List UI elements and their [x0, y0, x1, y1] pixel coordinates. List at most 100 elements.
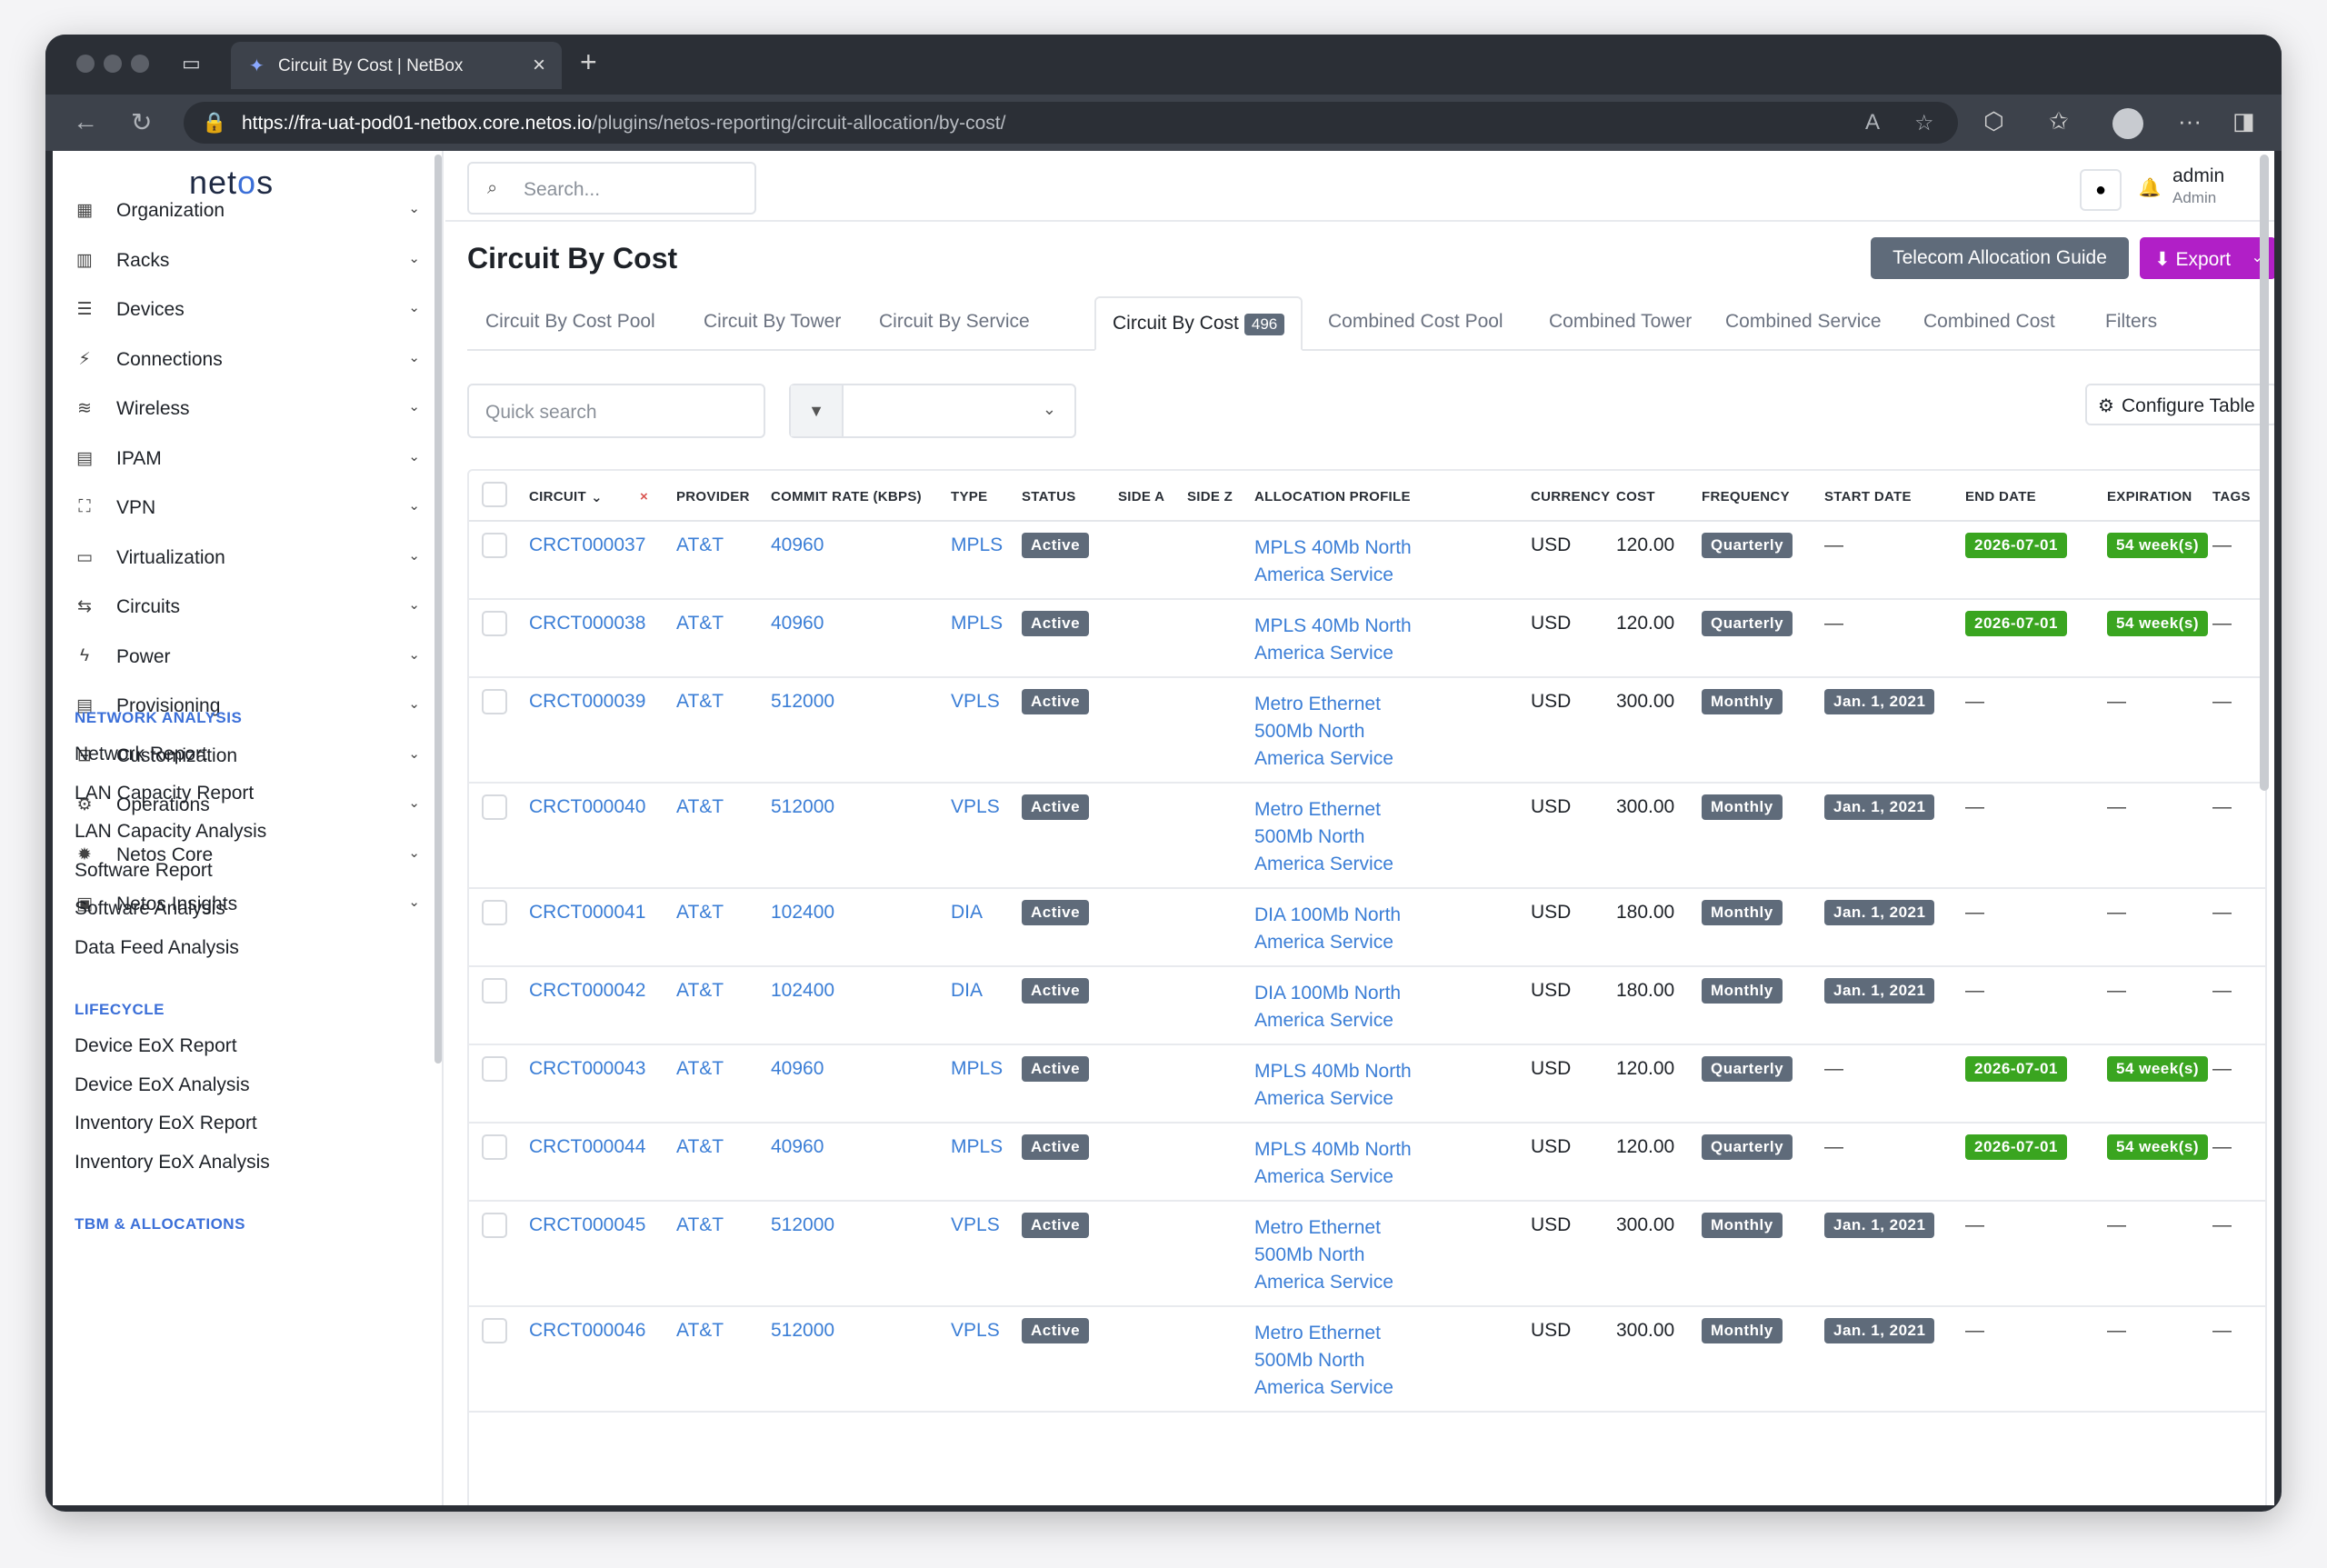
- tab-circuit-by-tower[interactable]: Circuit By Tower: [704, 311, 841, 333]
- table-row[interactable]: CRCT000038 AT&T 40960 MPLS Active MPLS 40Mb N…: [469, 600, 2265, 678]
- window-close-dot[interactable]: [76, 55, 95, 73]
- column-header-expiration[interactable]: EXPIRATION: [2107, 489, 2192, 504]
- sort-chevron-icon[interactable]: ⌄: [591, 489, 603, 505]
- column-header-allocation-profile[interactable]: ALLOCATION PROFILE: [1254, 489, 1411, 504]
- sidebar-link[interactable]: Inventory EoX Analysis: [75, 1152, 270, 1174]
- type-link[interactable]: MPLS: [951, 534, 1003, 556]
- table-row[interactable]: CRCT000044 AT&T 40960 MPLS Active MPLS 40Mb N…: [469, 1124, 2265, 1202]
- circuit-link[interactable]: CRCT000046: [529, 1320, 645, 1342]
- provider-link[interactable]: AT&T: [676, 691, 724, 713]
- provider-link[interactable]: AT&T: [676, 796, 724, 818]
- main-scrollbar[interactable]: [2260, 155, 2269, 791]
- tab-circuit-by-cost-pool[interactable]: Circuit By Cost Pool: [485, 311, 655, 333]
- allocation-profile-link[interactable]: Metro Ethernet 500Mb North America Servi…: [1254, 1214, 1418, 1296]
- user-menu[interactable]: admin Admin: [2172, 165, 2224, 207]
- tab-circuit-by-cost[interactable]: Circuit By Cost 496: [1094, 296, 1303, 351]
- column-header-side-a[interactable]: SIDE A: [1118, 489, 1164, 504]
- type-link[interactable]: MPLS: [951, 613, 1003, 634]
- sidebar-item-power[interactable]: ϟ Power ⌄: [75, 637, 429, 677]
- sidebar-item-organization[interactable]: ▦ Organization ⌄: [75, 191, 429, 231]
- circuit-link[interactable]: CRCT000044: [529, 1136, 645, 1158]
- browser-tab[interactable]: ✦ Circuit By Cost | NetBox ×: [231, 42, 562, 89]
- circuit-link[interactable]: CRCT000040: [529, 796, 645, 818]
- column-header-type[interactable]: TYPE: [951, 489, 987, 504]
- circuit-link[interactable]: CRCT000042: [529, 980, 645, 1002]
- notifications-bell-icon[interactable]: 🔔: [2129, 169, 2171, 211]
- provider-link[interactable]: AT&T: [676, 1320, 724, 1342]
- reload-icon[interactable]: ↻: [131, 107, 152, 137]
- sidebar-item-devices[interactable]: ☰ Devices ⌄: [75, 290, 429, 330]
- favorites-icon[interactable]: ✩: [2049, 107, 2069, 135]
- circuit-link[interactable]: CRCT000039: [529, 691, 645, 713]
- sidebar-link[interactable]: LAN Capacity Analysis: [75, 821, 266, 843]
- allocation-profile-link[interactable]: MPLS 40Mb North America Service: [1254, 534, 1418, 589]
- new-tab-icon[interactable]: +: [580, 45, 597, 79]
- window-minimize-dot[interactable]: [104, 55, 122, 73]
- provider-link[interactable]: AT&T: [676, 1214, 724, 1236]
- quick-search-input[interactable]: Quick search: [467, 384, 765, 438]
- tab-combined-tower[interactable]: Combined Tower: [1549, 311, 1692, 333]
- table-row[interactable]: CRCT000040 AT&T 512000 VPLS Active Metro Ethe…: [469, 784, 2265, 889]
- tab-actions-icon[interactable]: ▭: [182, 53, 204, 75]
- column-header-provider[interactable]: PROVIDER: [676, 489, 750, 504]
- column-header-end-date[interactable]: END DATE: [1965, 489, 2036, 504]
- row-checkbox[interactable]: [482, 533, 507, 558]
- type-link[interactable]: DIA: [951, 980, 983, 1002]
- provider-link[interactable]: AT&T: [676, 902, 724, 924]
- sidebar-item-virtualization[interactable]: ▭ Virtualization ⌄: [75, 538, 429, 578]
- column-header-circuit[interactable]: CIRCUIT: [529, 489, 586, 504]
- favorite-star-icon[interactable]: ☆: [1914, 110, 1934, 136]
- allocation-profile-link[interactable]: Metro Ethernet 500Mb North America Servi…: [1254, 691, 1418, 773]
- commit-rate-link[interactable]: 512000: [771, 1320, 834, 1342]
- row-checkbox[interactable]: [482, 1134, 507, 1160]
- sidebar-link[interactable]: Software Report: [75, 860, 213, 882]
- allocation-profile-link[interactable]: Metro Ethernet 500Mb North America Servi…: [1254, 796, 1418, 878]
- sidebar-link[interactable]: Software Analysis: [75, 898, 225, 920]
- allocation-profile-link[interactable]: MPLS 40Mb North America Service: [1254, 613, 1418, 667]
- row-checkbox[interactable]: [482, 978, 507, 1004]
- table-row[interactable]: CRCT000043 AT&T 40960 MPLS Active MPLS 40Mb N…: [469, 1045, 2265, 1124]
- commit-rate-link[interactable]: 40960: [771, 1058, 824, 1080]
- circuit-link[interactable]: CRCT000037: [529, 534, 645, 556]
- provider-link[interactable]: AT&T: [676, 534, 724, 556]
- row-checkbox[interactable]: [482, 1213, 507, 1238]
- column-header-cost[interactable]: COST: [1616, 489, 1655, 504]
- circuit-link[interactable]: CRCT000043: [529, 1058, 645, 1080]
- back-icon[interactable]: ←: [73, 107, 98, 136]
- allocation-profile-link[interactable]: MPLS 40Mb North America Service: [1254, 1136, 1418, 1191]
- tab-combined-cost-pool[interactable]: Combined Cost Pool: [1328, 311, 1503, 333]
- global-search-input[interactable]: ⌕ Search...: [467, 162, 756, 215]
- allocation-profile-link[interactable]: DIA 100Mb North America Service: [1254, 902, 1418, 956]
- tab-circuit-by-service[interactable]: Circuit By Service: [879, 311, 1030, 333]
- type-link[interactable]: VPLS: [951, 796, 1000, 818]
- column-header-tags[interactable]: TAGS: [2212, 489, 2251, 504]
- circuit-link[interactable]: CRCT000041: [529, 902, 645, 924]
- provider-link[interactable]: AT&T: [676, 980, 724, 1002]
- telecom-allocation-guide-button[interactable]: Telecom Allocation Guide: [1871, 237, 2129, 279]
- tab-combined-cost[interactable]: Combined Cost: [1923, 311, 2055, 333]
- window-maximize-dot[interactable]: [131, 55, 149, 73]
- commit-rate-link[interactable]: 102400: [771, 902, 834, 924]
- type-link[interactable]: MPLS: [951, 1058, 1003, 1080]
- type-link[interactable]: VPLS: [951, 1214, 1000, 1236]
- commit-rate-link[interactable]: 102400: [771, 980, 834, 1002]
- commit-rate-link[interactable]: 512000: [771, 796, 834, 818]
- more-menu-icon[interactable]: ···: [2178, 107, 2202, 135]
- column-header-commit-rate-kbps-[interactable]: COMMIT RATE (KBPS): [771, 489, 922, 504]
- column-header-frequency[interactable]: FREQUENCY: [1702, 489, 1790, 504]
- provider-link[interactable]: AT&T: [676, 1058, 724, 1080]
- allocation-profile-link[interactable]: MPLS 40Mb North America Service: [1254, 1058, 1418, 1113]
- table-row[interactable]: CRCT000039 AT&T 512000 VPLS Active Metro Ethe…: [469, 678, 2265, 784]
- sidebar-link[interactable]: Device EoX Analysis: [75, 1074, 250, 1096]
- column-header-status[interactable]: STATUS: [1022, 489, 1076, 504]
- theme-toggle-icon[interactable]: ●: [2080, 169, 2122, 211]
- commit-rate-link[interactable]: 40960: [771, 1136, 824, 1158]
- sidebar-link[interactable]: Data Feed Analysis: [75, 937, 239, 959]
- row-checkbox[interactable]: [482, 611, 507, 636]
- sidebar-toggle-icon[interactable]: ◨: [2232, 107, 2255, 135]
- type-link[interactable]: MPLS: [951, 1136, 1003, 1158]
- column-header-currency[interactable]: CURRENCY: [1531, 489, 1610, 504]
- sidebar-scrollbar[interactable]: [434, 155, 442, 1064]
- close-tab-icon[interactable]: ×: [533, 53, 545, 78]
- commit-rate-link[interactable]: 40960: [771, 534, 824, 556]
